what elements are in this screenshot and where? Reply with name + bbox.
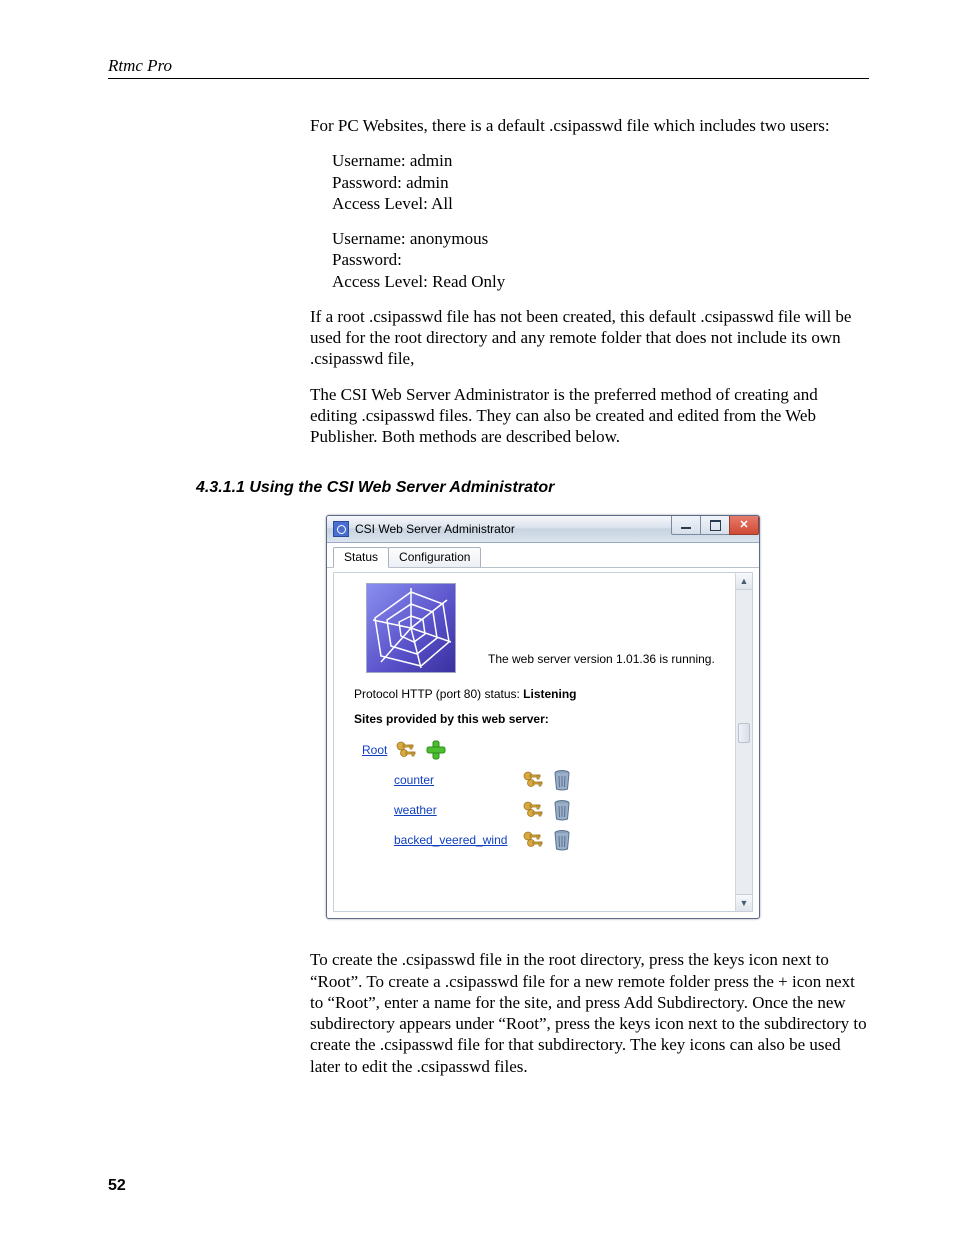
cred-line: Password: — [332, 249, 869, 270]
site-child-row: counter — [394, 765, 722, 795]
credentials-block-2: Username: anonymous Password: Access Lev… — [332, 228, 869, 292]
plus-icon[interactable] — [425, 739, 447, 761]
site-child-row: weather — [394, 795, 722, 825]
scroll-up-icon[interactable]: ▲ — [736, 573, 752, 590]
tab-content: ▲ ▼ — [333, 572, 753, 912]
scroll-down-icon[interactable]: ▼ — [736, 894, 752, 911]
tab-status[interactable]: Status — [333, 547, 389, 568]
trash-icon[interactable] — [552, 769, 572, 791]
spiderweb-logo — [366, 583, 456, 673]
trash-icon[interactable] — [552, 799, 572, 821]
protocol-value: Listening — [523, 687, 576, 701]
page-number: 52 — [108, 1177, 126, 1195]
site-child-row: backed_veered_wind — [394, 825, 722, 855]
window-title: CSI Web Server Administrator — [355, 522, 515, 537]
minimize-button[interactable] — [671, 516, 700, 535]
paragraph: The CSI Web Server Administrator is the … — [310, 384, 869, 448]
scrollbar[interactable]: ▲ ▼ — [735, 573, 752, 911]
cred-line: Access Level: Read Only — [332, 271, 869, 292]
scroll-thumb[interactable] — [738, 723, 750, 743]
protocol-status: Protocol HTTP (port 80) status: Listenin… — [354, 687, 722, 702]
keys-icon[interactable] — [395, 740, 417, 760]
trash-icon[interactable] — [552, 829, 572, 851]
root-link[interactable]: Root — [362, 743, 387, 758]
site-link-backed-veered-wind[interactable]: backed_veered_wind — [394, 833, 514, 848]
site-link-weather[interactable]: weather — [394, 803, 514, 818]
paragraph: To create the .csipasswd file in the roo… — [310, 949, 869, 1077]
app-icon — [333, 521, 349, 537]
window-titlebar[interactable]: CSI Web Server Administrator ✕ — [327, 516, 759, 543]
sites-tree: Root — [362, 735, 722, 855]
cred-line: Access Level: All — [332, 193, 869, 214]
keys-icon[interactable] — [522, 770, 544, 790]
keys-icon[interactable] — [522, 830, 544, 850]
paragraph-intro: For PC Websites, there is a default .csi… — [310, 115, 869, 136]
close-button[interactable]: ✕ — [729, 516, 759, 535]
running-header: Rtmc Pro — [108, 56, 869, 79]
version-text: The web server version 1.01.36 is runnin… — [488, 652, 715, 673]
credentials-block-1: Username: admin Password: admin Access L… — [332, 150, 869, 214]
protocol-label: Protocol HTTP (port 80) status: — [354, 687, 523, 701]
tab-configuration[interactable]: Configuration — [388, 547, 481, 567]
tab-strip: Status Configuration — [327, 543, 759, 568]
cred-line: Username: admin — [332, 150, 869, 171]
section-heading: 4.3.1.1 Using the CSI Web Server Adminis… — [196, 479, 869, 497]
sites-label: Sites provided by this web server: — [354, 712, 722, 727]
site-link-counter[interactable]: counter — [394, 773, 514, 788]
maximize-button[interactable] — [700, 516, 729, 535]
csi-admin-window: CSI Web Server Administrator ✕ Status Co… — [326, 515, 760, 919]
site-root-row: Root — [362, 735, 722, 765]
cred-line: Username: anonymous — [332, 228, 869, 249]
cred-line: Password: admin — [332, 172, 869, 193]
paragraph: If a root .csipasswd file has not been c… — [310, 306, 869, 370]
keys-icon[interactable] — [522, 800, 544, 820]
